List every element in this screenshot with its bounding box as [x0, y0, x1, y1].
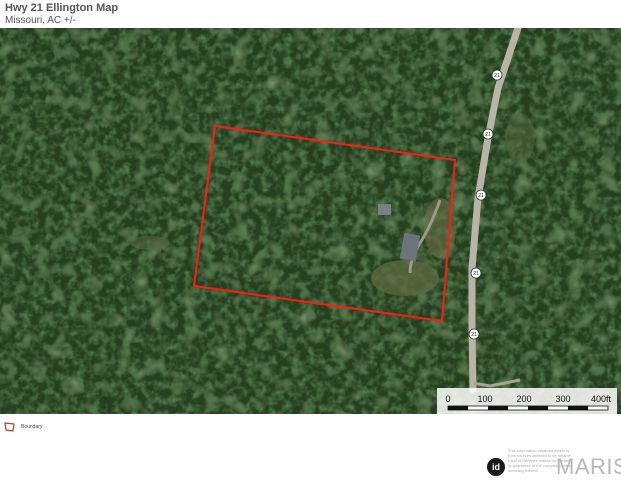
clearing	[505, 113, 535, 163]
highway-shield: 21	[491, 69, 503, 81]
map-title: Hwy 21 Ellington Map	[5, 2, 119, 14]
highway-shield-label: 21	[478, 193, 484, 199]
highway-shield: 21	[468, 328, 480, 340]
highway-shield-label: 21	[494, 73, 500, 79]
boundary-legend-icon	[4, 422, 15, 432]
scale-label: 400ft	[591, 394, 612, 404]
scale-label: 0	[445, 394, 450, 404]
clearing	[371, 260, 439, 296]
maris-watermark: MARIS	[556, 454, 621, 479]
outbuilding-roof	[378, 204, 391, 215]
aerial-map[interactable]: 21 21 21 21 21 0 100 200 300 400ft	[0, 28, 621, 414]
scale-label: 100	[477, 394, 492, 404]
forest-dark-texture	[0, 28, 621, 414]
highway-shield-label: 21	[471, 332, 477, 338]
map-subtitle: Missouri, AC +/-	[5, 15, 76, 26]
scale-bar: 0 100 200 300 400ft	[437, 388, 617, 414]
legend-label: Boundary	[21, 424, 43, 430]
highway-shield: 21	[482, 128, 494, 140]
map-legend: Boundary	[4, 421, 42, 433]
highway-shield: 21	[470, 267, 482, 279]
scale-bar-segment	[568, 406, 588, 410]
clearing	[130, 236, 170, 250]
highway-shield: 21	[475, 189, 487, 201]
scale-label: 200	[516, 394, 531, 404]
scale-bar-segment	[488, 406, 508, 410]
land-id-logo: id	[487, 458, 505, 476]
highway-shield-label: 21	[473, 271, 479, 277]
scale-bar-segment	[528, 406, 548, 410]
scale-bar-segment	[448, 406, 468, 410]
footer-branding: id This information obtained herein is f…	[484, 448, 621, 480]
highway-shield-label: 21	[485, 132, 491, 138]
scale-label: 300	[555, 394, 570, 404]
